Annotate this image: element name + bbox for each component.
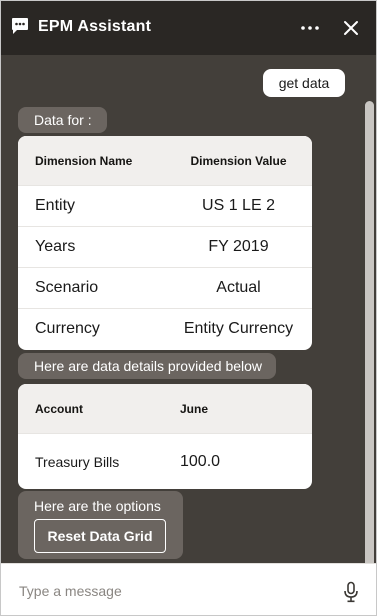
dimension-value: Entity Currency [183,320,294,337]
dimension-name: Entity [35,197,76,214]
dimension-value: US 1 LE 2 [202,197,275,214]
account-name: Treasury Bills [35,453,120,470]
dimension-table-header: Dimension Name Dimension Value [18,136,312,185]
more-options-icon[interactable] [298,17,322,39]
table-row: Currency Entity Currency [18,308,312,349]
bot-message-options: Here are the options Reset Data Grid [18,491,183,559]
dimension-value: FY 2019 [208,238,269,255]
account-table: Account June Treasury Bills 100.0 [18,384,312,489]
table-row: Entity US 1 LE 2 [18,185,312,226]
close-icon[interactable] [341,17,361,39]
reset-data-grid-button[interactable]: Reset Data Grid [34,519,166,553]
scrollbar-thumb[interactable] [365,101,374,563]
dimension-name: Currency [35,320,100,337]
bot-message-data-for: Data for : [18,107,107,133]
dimension-table: Dimension Name Dimension Value Entity US… [18,136,312,350]
account-table-header: Account June [18,384,312,433]
conversation-area[interactable]: get data Data for : Dimension Name Dimen… [1,55,376,563]
options-label: Here are the options [34,498,161,514]
table-row: Years FY 2019 [18,226,312,267]
column-header-dimension-name: Dimension Name [35,153,133,168]
bot-message-details: Here are data details provided below [18,353,276,379]
table-row: Treasury Bills 100.0 [18,433,312,489]
microphone-icon[interactable] [341,581,361,603]
column-header-dimension-value: Dimension Value [190,153,287,168]
user-message: get data [263,69,345,97]
dimension-name: Years [35,238,76,255]
column-header-june: June [180,401,209,416]
dimension-value: Actual [216,279,261,296]
chat-window: EPM Assistant get data Data for : Dimens… [0,0,377,616]
assistant-title: EPM Assistant [38,18,152,35]
chat-bubble-icon [12,18,28,34]
message-composer [1,563,376,615]
table-row: Scenario Actual [18,267,312,308]
column-header-account: Account [35,401,83,416]
dimension-name: Scenario [35,279,99,296]
account-value: 100.0 [180,452,221,470]
header-bar: EPM Assistant [1,1,376,55]
message-input[interactable] [17,578,331,604]
